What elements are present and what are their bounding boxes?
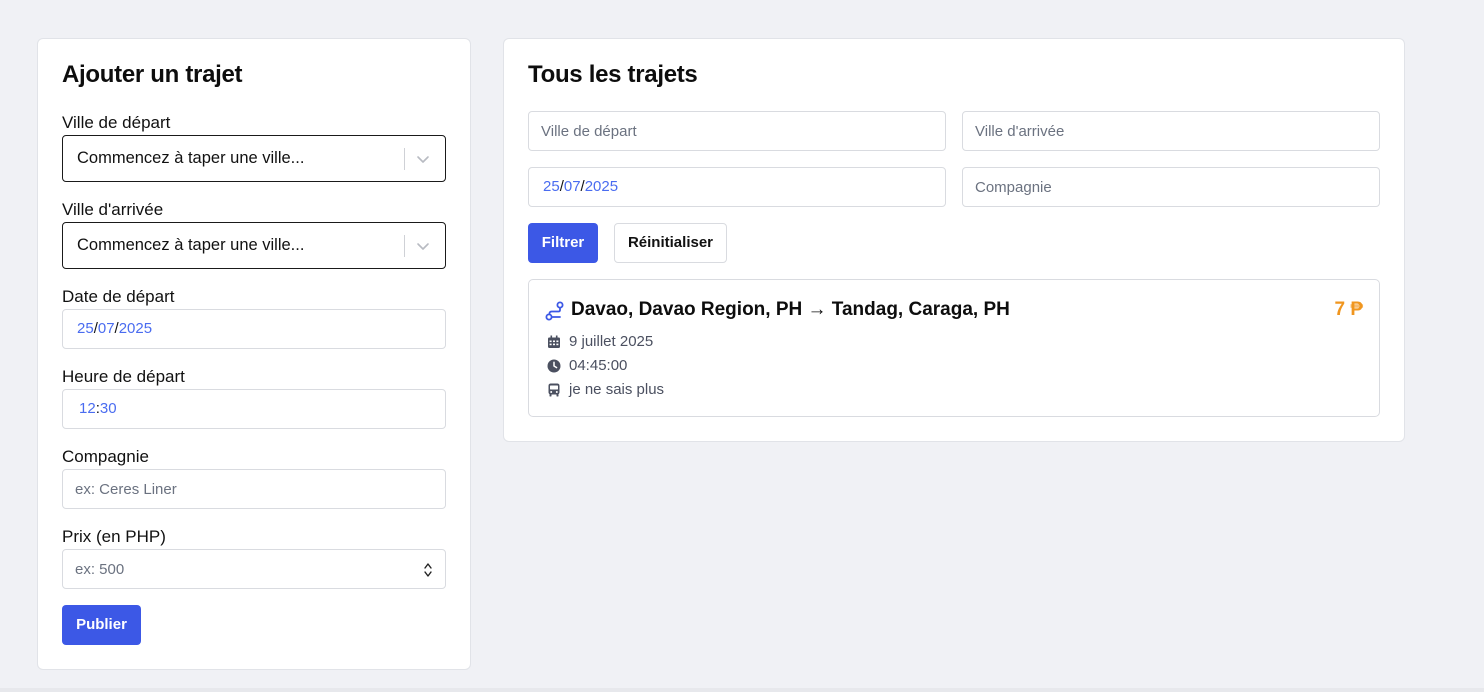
time-hours[interactable]: 12 — [79, 400, 96, 417]
bus-icon — [548, 383, 560, 397]
reset-button[interactable]: Réinitialiser — [614, 223, 727, 263]
company-label: Compagnie — [62, 447, 149, 466]
price-label: Prix (en PHP) — [62, 527, 166, 546]
trips-list-card: Tous les trajets Ville de départ Ville d… — [503, 38, 1405, 442]
filter-date-input[interactable]: 25/07/2025 — [528, 167, 946, 207]
add-trip-title: Ajouter un trajet — [62, 61, 243, 88]
filter-button[interactable]: Filtrer — [528, 223, 598, 263]
arrival-city-label: Ville d'arrivée — [62, 200, 164, 219]
trips-list-title: Tous les trajets — [528, 61, 698, 88]
departure-time-label: Heure de départ — [62, 367, 185, 386]
departure-date-input[interactable]: 25/07/2025 — [62, 309, 446, 349]
date-day[interactable]: 25 — [77, 320, 94, 337]
arrival-city-placeholder: Commencez à taper une ville... — [77, 236, 305, 254]
date-month[interactable]: 07 — [98, 320, 115, 337]
filter-date-year[interactable]: 2025 — [585, 178, 618, 195]
trip-date: 9 juillet 2025 — [569, 333, 654, 350]
filter-arrival-placeholder: Ville d'arrivée — [975, 123, 1065, 140]
time-minutes[interactable]: 30 — [100, 400, 117, 417]
calendar-icon — [548, 335, 560, 348]
chevron-down-icon[interactable] — [413, 149, 433, 169]
departure-city-select[interactable]: Commencez à taper une ville... — [62, 135, 446, 182]
filter-date-month[interactable]: 07 — [564, 178, 581, 195]
trip-time: 04:45:00 — [569, 357, 628, 374]
trip-card[interactable]: Davao, Davao Region, PH → Tandag, Caraga… — [528, 279, 1380, 417]
company-placeholder: ex: Ceres Liner — [75, 481, 177, 498]
filter-departure-placeholder: Ville de départ — [541, 123, 637, 140]
filter-date-value: 25/07/2025 — [543, 178, 619, 195]
publish-button[interactable]: Publier — [62, 605, 141, 645]
date-value: 25/07/2025 — [77, 320, 153, 337]
departure-date-label: Date de départ — [62, 287, 175, 306]
arrival-city-select[interactable]: Commencez à taper une ville... — [62, 222, 446, 269]
filter-company-placeholder: Compagnie — [975, 179, 1052, 196]
date-year[interactable]: 2025 — [119, 320, 152, 337]
filter-date-day[interactable]: 25 — [543, 178, 560, 195]
window-bottom-edge — [0, 688, 1484, 692]
departure-time-input[interactable]: 12:30 — [62, 389, 446, 429]
add-trip-card: Ajouter un trajet Ville de départ Commen… — [37, 38, 471, 670]
departure-city-label: Ville de départ — [62, 113, 171, 132]
price-input[interactable]: ex: 500 — [62, 549, 446, 589]
departure-city-placeholder: Commencez à taper une ville... — [77, 149, 305, 167]
company-input[interactable]: ex: Ceres Liner — [62, 469, 446, 509]
select-separator — [404, 235, 405, 257]
price-placeholder: ex: 500 — [75, 561, 125, 578]
clock-icon — [547, 359, 561, 373]
select-separator — [404, 148, 405, 170]
filter-departure-input[interactable]: Ville de départ — [528, 111, 946, 151]
trip-company: je ne sais plus — [569, 381, 665, 398]
time-value: 12:30 — [79, 400, 117, 417]
trip-price: 7 ₱ — [1334, 299, 1363, 320]
filter-company-input[interactable]: Compagnie — [962, 167, 1380, 207]
route-icon — [545, 301, 564, 321]
spinner-icon[interactable] — [423, 561, 433, 579]
filter-arrival-input[interactable]: Ville d'arrivée — [962, 111, 1380, 151]
trip-route: Davao, Davao Region, PH → Tandag, Caraga… — [571, 299, 1010, 320]
chevron-down-icon[interactable] — [413, 236, 433, 256]
